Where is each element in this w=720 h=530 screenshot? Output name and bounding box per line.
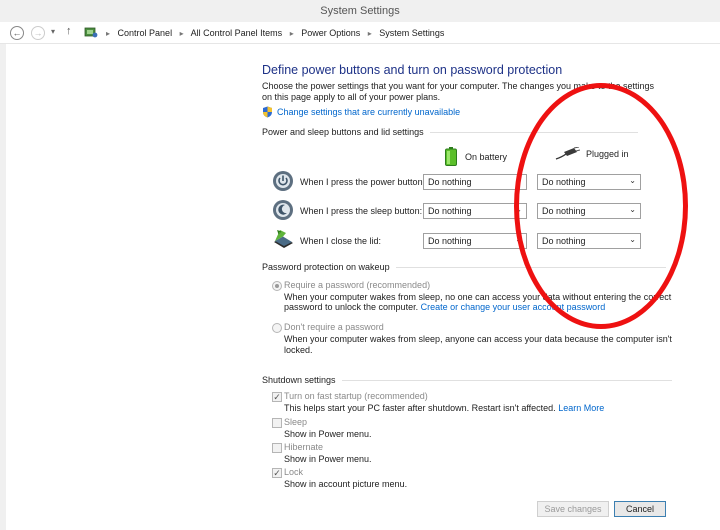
require-password-radio[interactable] — [272, 281, 282, 291]
laptop-lid-icon — [274, 230, 293, 248]
dont-require-password-label: Don't require a password — [284, 322, 384, 332]
up-arrow-icon[interactable]: ↑ — [66, 25, 72, 37]
close-lid-plugged-select[interactable]: Do nothing ⌄ — [537, 233, 641, 249]
breadcrumb-separator-icon: ▸ — [179, 29, 184, 38]
power-button-label: When I press the power button: — [300, 177, 426, 187]
select-value: Do nothing — [428, 236, 472, 246]
lock-option-label: Lock — [284, 467, 304, 477]
plugged-in-label: Plugged in — [586, 149, 629, 159]
change-settings-link[interactable]: Change settings that are currently unava… — [277, 107, 460, 117]
sleep-button-plugged-select[interactable]: Do nothing ⌄ — [537, 203, 641, 219]
page-title: Define power buttons and turn on passwor… — [262, 63, 563, 77]
sleep-button-battery-select[interactable]: Do nothing ⌄ — [423, 203, 527, 219]
select-value: Do nothing — [428, 177, 472, 187]
chevron-down-icon: ⌄ — [515, 205, 522, 214]
power-section-header: Power and sleep buttons and lid settings — [262, 127, 638, 137]
page-description: Choose the power settings that you want … — [262, 81, 655, 102]
chevron-down-icon: ⌄ — [629, 205, 636, 214]
chevron-down-icon: ⌄ — [515, 235, 522, 244]
breadcrumb-separator-icon: ▸ — [289, 29, 294, 38]
hibernate-checkbox[interactable] — [272, 443, 282, 453]
sleep-option-description: Show in Power menu. — [284, 429, 372, 439]
address-bar: ← → ▾ ↑ ▸ Control Panel ▸ All Control Pa… — [0, 22, 720, 44]
password-section-title: Password protection on wakeup — [262, 262, 390, 272]
fast-startup-description: This helps start your PC faster after sh… — [284, 403, 556, 413]
fast-startup-description-row: This helps start your PC faster after sh… — [284, 403, 604, 414]
power-plug-icon — [555, 147, 580, 160]
shutdown-section-header: Shutdown settings — [262, 375, 672, 385]
battery-icon — [445, 147, 457, 166]
select-value: Do nothing — [542, 206, 586, 216]
save-changes-button[interactable]: Save changes — [537, 501, 609, 517]
chevron-down-icon: ⌄ — [515, 176, 522, 185]
chevron-down-icon: ⌄ — [629, 176, 636, 185]
breadcrumb: ▸ Control Panel ▸ All Control Panel Item… — [106, 28, 444, 38]
breadcrumb-all-items[interactable]: All Control Panel Items — [191, 28, 283, 38]
cancel-button[interactable]: Cancel — [614, 501, 666, 517]
uac-shield-icon — [263, 106, 272, 118]
window-title: System Settings — [320, 5, 400, 17]
select-value: Do nothing — [542, 177, 586, 187]
close-lid-battery-select[interactable]: Do nothing ⌄ — [423, 233, 527, 249]
select-value: Do nothing — [542, 236, 586, 246]
power-button-icon — [273, 171, 293, 191]
forward-arrow-icon[interactable]: → — [31, 26, 45, 40]
hibernate-option-description: Show in Power menu. — [284, 454, 372, 464]
power-button-battery-select[interactable]: Do nothing ⌄ — [423, 174, 527, 190]
dont-require-password-description: When your computer wakes from sleep, any… — [284, 334, 672, 344]
title-bar: System Settings — [0, 0, 720, 22]
fast-startup-label: Turn on fast startup (recommended) — [284, 391, 428, 401]
sleep-checkbox[interactable] — [272, 418, 282, 428]
change-password-link[interactable]: Create or change your user account passw… — [421, 302, 606, 312]
hibernate-option-label: Hibernate — [284, 442, 324, 452]
password-section-header: Password protection on wakeup — [262, 262, 666, 272]
back-arrow-icon[interactable]: ← — [10, 26, 24, 40]
plugged-in-column-header: Plugged in — [554, 147, 629, 161]
learn-more-link[interactable]: Learn More — [558, 403, 604, 413]
lock-checkbox[interactable]: ✓ — [272, 468, 282, 478]
on-battery-column-header: On battery — [445, 147, 507, 166]
sleep-button-label: When I press the sleep button: — [300, 206, 423, 216]
shutdown-section-title: Shutdown settings — [262, 375, 336, 385]
breadcrumb-separator-icon: ▸ — [367, 29, 372, 38]
dont-require-password-description-line2: locked. — [284, 345, 313, 355]
lock-option-description: Show in account picture menu. — [284, 479, 408, 489]
change-settings-link-row[interactable]: Change settings that are currently unava… — [262, 106, 460, 118]
breadcrumb-control-panel[interactable]: Control Panel — [118, 28, 173, 38]
select-value: Do nothing — [428, 206, 472, 216]
require-password-description-text: password to unlock the computer. — [284, 302, 419, 312]
close-lid-label: When I close the lid: — [300, 236, 382, 246]
recent-locations-dropdown-icon[interactable]: ▾ — [51, 27, 55, 36]
sleep-option-label: Sleep — [284, 417, 308, 427]
control-panel-icon — [84, 27, 98, 38]
section-divider — [341, 379, 672, 381]
section-divider — [395, 266, 666, 268]
require-password-label: Require a password (recommended) — [284, 280, 431, 290]
breadcrumb-separator-icon: ▸ — [106, 29, 111, 38]
section-divider — [429, 131, 638, 133]
fast-startup-checkbox[interactable]: ✓ — [272, 392, 282, 402]
require-password-description-line2: password to unlock the computer. Create … — [284, 302, 605, 313]
dont-require-password-radio[interactable] — [272, 323, 282, 333]
power-button-plugged-select[interactable]: Do nothing ⌄ — [537, 174, 641, 190]
breadcrumb-system-settings[interactable]: System Settings — [379, 28, 444, 38]
chevron-down-icon: ⌄ — [629, 235, 636, 244]
breadcrumb-power-options[interactable]: Power Options — [301, 28, 360, 38]
sleep-button-icon — [273, 200, 293, 220]
on-battery-label: On battery — [465, 151, 508, 162]
power-section-title: Power and sleep buttons and lid settings — [262, 127, 424, 137]
